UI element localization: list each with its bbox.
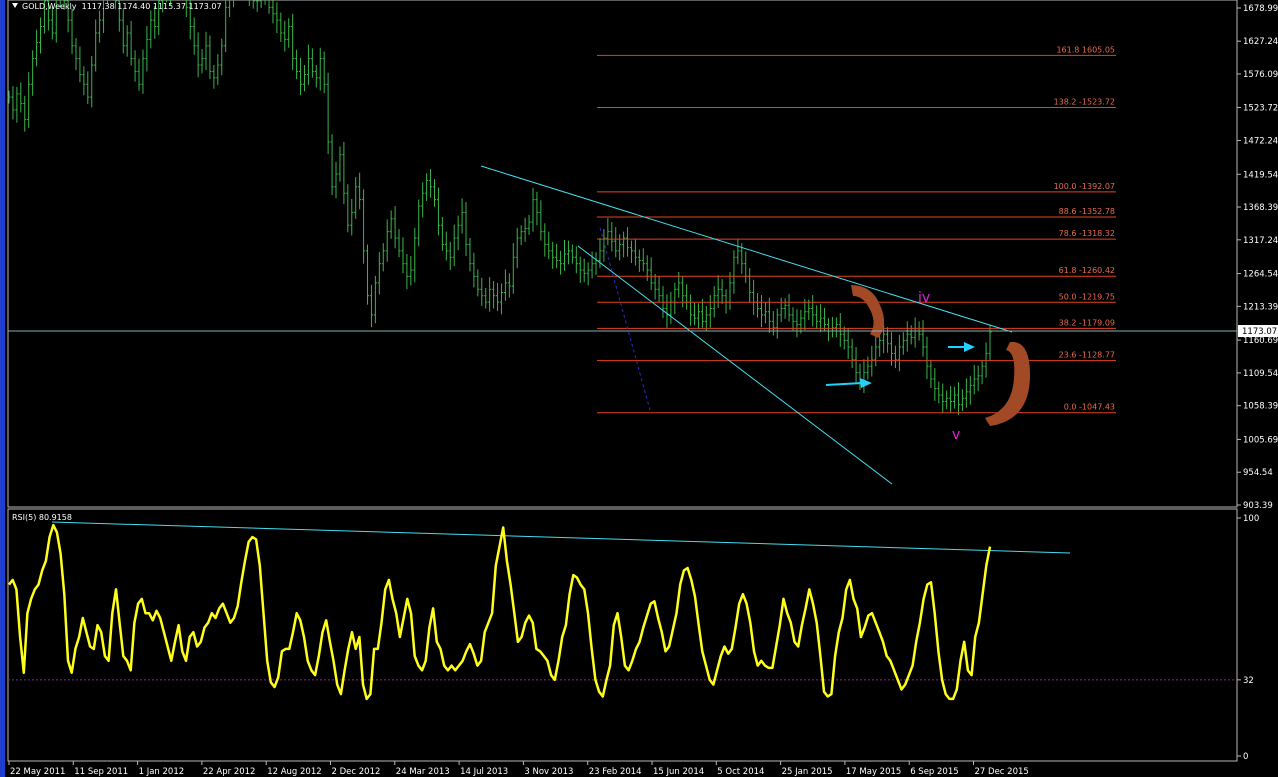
time-tick-label: 27 Dec 2015 [975, 767, 1029, 777]
time-tick-label: 12 Aug 2012 [267, 767, 321, 777]
fib-level-label: 78.6 -1318.32 [1059, 229, 1115, 238]
price-tick-label: 1419.54 [1243, 170, 1278, 180]
fib-level-label: 0.0 -1047.43 [1064, 403, 1115, 412]
time-tick-label: 1 Jan 2012 [139, 767, 185, 777]
fib-level-label: 23.6 -1128.77 [1059, 351, 1115, 360]
time-tick-label: 6 Sep 2015 [910, 767, 958, 777]
price-tick-label: 954.54 [1243, 468, 1273, 478]
chart-title: GOLD,Weekly 1117.38 1174.40 1115.37 1173… [12, 2, 222, 11]
left-brace [851, 285, 885, 338]
price-tick-label: 1576.09 [1243, 70, 1278, 80]
rsi-trendline [51, 521, 1071, 554]
time-tick-label: 23 Feb 2014 [589, 767, 642, 777]
trendlines [51, 165, 1071, 554]
time-tick-label: 17 May 2015 [846, 767, 901, 777]
arrow-head-lower [860, 378, 872, 388]
price-tick-label: 1523.72 [1243, 103, 1278, 113]
dotted-trendline [599, 227, 651, 411]
rsi-tick-label: 32 [1243, 676, 1254, 686]
price-panel-frame [7, 0, 1238, 508]
fib-level-label: 100.0 -1392.07 [1054, 182, 1115, 191]
price-tick-label: 1005.69 [1243, 435, 1278, 445]
fib-level-label: 161.8 1605.05 [1056, 45, 1115, 54]
price-bars [7, 0, 992, 415]
rsi-line [8, 523, 992, 701]
lower-trendline [577, 245, 893, 485]
symbol-label: GOLD,Weekly [22, 2, 77, 11]
price-tick-label: 1264.54 [1243, 270, 1278, 280]
rsi-title: RSI(5) 80.9158 [12, 513, 72, 522]
price-tick-label: 903.39 [1243, 501, 1273, 511]
rsi-series [8, 523, 992, 701]
fib-level-label: 88.6 -1352.78 [1059, 207, 1115, 216]
time-tick-label: 22 May 2011 [10, 767, 65, 777]
time-tick-label: 3 Nov 2013 [524, 767, 573, 777]
time-tick-label: 2 Dec 2012 [332, 767, 381, 777]
annotations: iv v [825, 285, 1030, 443]
time-tick-label: 5 Oct 2014 [717, 767, 764, 777]
arrow-head-upper [964, 342, 975, 352]
price-tick-label: 1472.24 [1243, 136, 1278, 146]
price-tick-label: 1317.24 [1243, 236, 1278, 246]
time-tick-label: 25 Jan 2015 [782, 767, 833, 777]
price-tick-label: 1058.39 [1243, 402, 1278, 412]
fib-level-label: 50.0 -1219.75 [1059, 292, 1115, 301]
price-tick-label: 1368.39 [1243, 203, 1278, 213]
time-tick-label: 15 Jun 2014 [653, 767, 704, 777]
fib-level-label: 61.8 -1260.42 [1059, 266, 1115, 275]
price-tick-label: 1160.69 [1243, 336, 1278, 346]
rsi-tick-label: 100 [1243, 514, 1259, 524]
price-tick-label: 1678.99 [1243, 4, 1278, 14]
time-tick-label: 24 Mar 2013 [396, 767, 450, 777]
price-tick-label: 1213.39 [1243, 302, 1278, 312]
fib-level-label: 38.2 -1179.09 [1059, 318, 1115, 327]
ohlc-values: 1117.38 1174.40 1115.37 1173.07 [81, 2, 222, 11]
wave-label-iv: iv [918, 290, 930, 306]
time-tick-label: 22 Apr 2012 [203, 767, 256, 777]
upper-trendline [480, 165, 1013, 333]
current-price-text: 1173.07 [1242, 327, 1277, 337]
wave-label-v: v [952, 427, 960, 443]
price-tick-label: 1627.24 [1243, 37, 1278, 47]
rsi-tick-label: 0 [1243, 752, 1248, 762]
price-tick-label: 1109.54 [1243, 369, 1278, 379]
dropdown-triangle-icon[interactable] [12, 3, 18, 8]
time-tick-label: 11 Sep 2011 [74, 767, 128, 777]
arrow-shaft-lower [825, 382, 863, 386]
right-brace [985, 341, 1030, 426]
chart-canvas: 1678.99 1627.24 1576.09 1523.72 1472.24 1419.… [7, 0, 1278, 777]
time-tick-label: 14 Jul 2013 [460, 767, 508, 777]
fib-level-label: 138.2 -1523.72 [1054, 97, 1115, 106]
time-axis: 22 May 2011 11 Sep 2011 1 Jan 2012 22 Apr 2… [8, 761, 1029, 777]
price-axis: 1678.99 1627.24 1576.09 1523.72 1472.24 1419.… [1237, 4, 1278, 511]
